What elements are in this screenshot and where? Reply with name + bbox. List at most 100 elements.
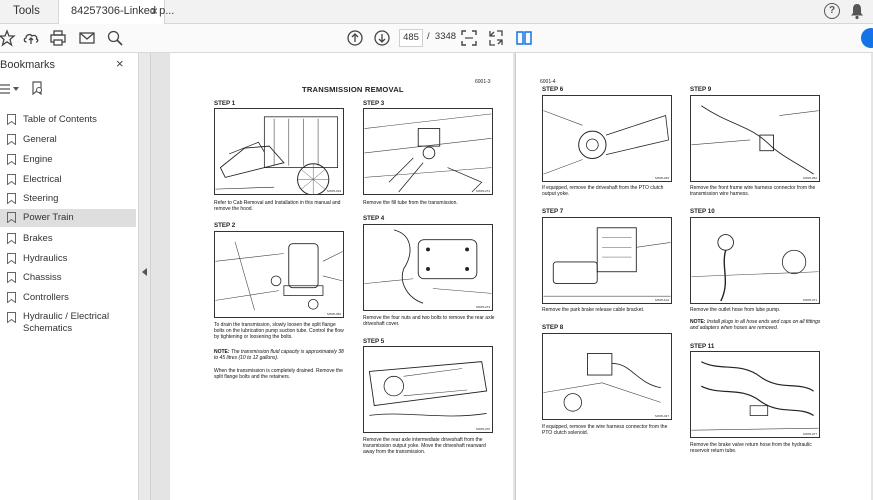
figure-code: MX05-104 (655, 298, 669, 302)
step-2-figure: MX05-060 (214, 231, 344, 318)
figure-code: MX05-052 (803, 176, 817, 180)
step-note: NOTE: The transmission fluid capacity is… (214, 349, 347, 361)
step-caption: If equipped, remove the driveshaft from … (542, 185, 664, 198)
bookmark-icon (7, 174, 16, 185)
bookmarks-title: Bookmarks (0, 59, 56, 71)
bookmark-icon (7, 154, 16, 165)
note-text: Install plugs in all hose ends and caps … (690, 319, 821, 332)
figure-code: MX05-060 (327, 312, 341, 316)
bookmark-label: Steering (23, 193, 59, 204)
step-6-figure: MX05-046 (542, 95, 672, 182)
step-caption: Remove the rear axle intermediate drives… (363, 437, 486, 456)
step-caption: Remove the four nuts and two bolts to re… (363, 315, 495, 328)
step-label: STEP 1 (214, 100, 236, 107)
step-caption: Refer to Cab Removal and Installation in… (214, 200, 341, 213)
tab-title: 84257306-Linked p... (71, 5, 175, 17)
tools-menu[interactable]: Tools (13, 5, 40, 17)
help-icon[interactable]: ? (824, 3, 840, 19)
page-number: 6001-4 (540, 79, 556, 85)
step-7-figure: MX05-104 (542, 217, 672, 304)
step-caption: Remove the front frame wire harness conn… (690, 185, 816, 198)
chevron-down-icon[interactable] (13, 87, 19, 91)
section-title: TRANSMISSION REMOVAL (302, 85, 404, 94)
step-11-figure: MX05-077 (690, 351, 820, 438)
bookmark-item[interactable]: Engine (0, 151, 136, 168)
bookmark-label: Hydraulic / Electrical Schematics (23, 311, 110, 334)
tab-close-button[interactable]: × (151, 4, 158, 18)
bookmark-icon (7, 134, 16, 145)
bookmarks-panel: Bookmarks × Table of Contents General En… (0, 53, 139, 500)
bookmark-item-active[interactable]: Power Train (0, 209, 136, 227)
step-note: NOTE: Install plugs in all hose ends and… (690, 319, 824, 331)
step-5-figure: MX05-076 (363, 346, 493, 433)
page-number-input[interactable]: 485 (399, 29, 423, 47)
step-8-figure: MX05-047 (542, 333, 672, 420)
previous-page-icon[interactable] (346, 29, 364, 47)
step-label: STEP 6 (542, 86, 564, 93)
email-icon[interactable] (78, 29, 96, 47)
note-label: NOTE: (214, 349, 230, 355)
bookmark-icon (7, 272, 16, 283)
top-bar: Tools 84257306-Linked p... × ? (0, 0, 873, 24)
page-6001-4: 6001-4 STEP 6 MX05-046 If equipped, remo… (515, 53, 871, 500)
fit-page-icon[interactable] (460, 29, 478, 47)
page-6001-3: TRANSMISSION REMOVAL 6001-3 STEP 1 MX05-… (170, 53, 513, 500)
step-label: STEP 9 (690, 86, 712, 93)
step-4-figure: MX05-273 (363, 224, 493, 311)
bookmark-tools (0, 81, 60, 99)
bookmark-label: Chassiss (23, 272, 62, 283)
bookmark-icon (7, 193, 16, 204)
next-page-icon[interactable] (373, 29, 391, 47)
step-caption-continued: When the transmission is completely drai… (214, 368, 343, 381)
bookmark-item[interactable]: Steering (0, 190, 136, 207)
bookmark-item[interactable]: Hydraulics (0, 250, 136, 267)
step-label: STEP 7 (542, 208, 564, 215)
toolbar: 485 / 3348 (0, 24, 873, 53)
bookmark-label: Engine (23, 154, 53, 165)
bookmark-item[interactable]: Brakes (0, 230, 136, 247)
bookmark-label: General (23, 134, 57, 145)
bookmark-label: Hydraulics (23, 253, 68, 264)
upload-cloud-icon[interactable] (22, 29, 40, 47)
figure-code: MX05-077 (803, 432, 817, 436)
options-menu-icon[interactable] (0, 83, 14, 95)
panel-divider[interactable] (139, 53, 151, 500)
scroll-mode-icon[interactable] (487, 29, 505, 47)
close-panel-button[interactable]: × (116, 56, 124, 71)
bookmark-item[interactable]: Controllers (0, 289, 136, 306)
figure-code: MX05-274 (476, 189, 490, 193)
step-3-figure: MX05-274 (363, 108, 493, 195)
step-10-figure: MX05-071 (690, 217, 820, 304)
bookmark-icon (7, 292, 16, 303)
zoom-search-icon[interactable] (106, 29, 124, 47)
find-bookmark-icon[interactable] (31, 81, 44, 96)
bookmark-icon (7, 312, 16, 323)
page-count: 3348 (434, 31, 457, 42)
bookmark-icon (7, 233, 16, 244)
page-total: / 3348 (427, 31, 456, 42)
page-number: 6001-3 (475, 79, 491, 85)
bookmark-star-icon[interactable] (0, 29, 16, 47)
bookmark-item[interactable]: General (0, 131, 136, 148)
bookmark-icon (7, 114, 16, 125)
figure-code: MX05-273 (476, 305, 490, 309)
bookmark-item[interactable]: Table of Contents (0, 111, 136, 128)
bookmark-item[interactable]: Electrical (0, 171, 136, 188)
step-label: STEP 2 (214, 222, 236, 229)
step-caption: If equipped, remove the wire harness con… (542, 424, 668, 437)
step-caption: Remove the outlet hose from lube pump. (690, 307, 781, 313)
bookmark-label: Table of Contents (23, 114, 97, 125)
print-icon[interactable] (49, 29, 67, 47)
bookmark-item[interactable]: Chassiss (0, 269, 136, 286)
two-page-view-icon[interactable] (515, 29, 533, 47)
note-label: NOTE: (690, 319, 706, 325)
notification-bell-icon[interactable] (849, 3, 865, 20)
step-caption: Remove the brake valve return hose from … (690, 442, 812, 455)
bookmark-item[interactable]: Hydraulic / Electrical Schematics (0, 309, 136, 337)
document-view[interactable]: TRANSMISSION REMOVAL 6001-3 STEP 1 MX05-… (152, 53, 873, 500)
step-label: STEP 5 (363, 338, 385, 345)
figure-code: MX05-047 (655, 414, 669, 418)
step-caption: Remove the fill tube from the transmissi… (363, 200, 458, 206)
document-tab[interactable]: 84257306-Linked p... × (58, 0, 174, 24)
collapse-panel-icon[interactable] (142, 268, 147, 276)
